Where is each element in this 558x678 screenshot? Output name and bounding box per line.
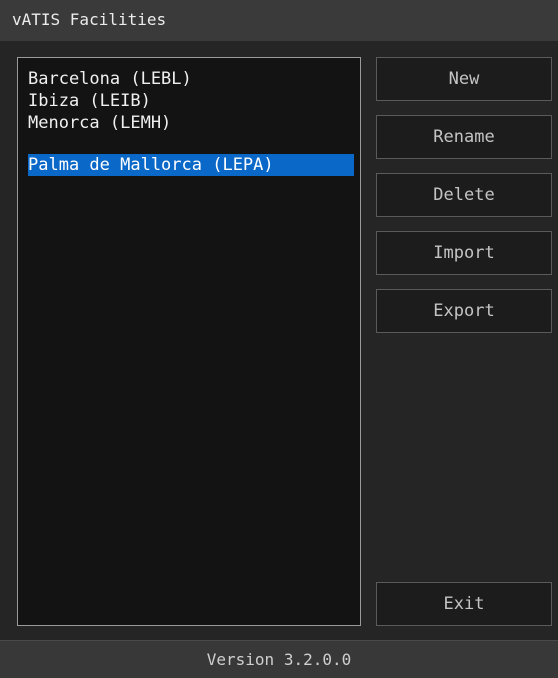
export-button[interactable]: Export	[376, 289, 552, 333]
facility-item-ibiza[interactable]: Ibiza (LEIB)	[28, 90, 151, 112]
exit-button[interactable]: Exit	[376, 582, 552, 626]
version-label: Version 3.2.0.0	[206, 650, 352, 669]
rename-button[interactable]: Rename	[376, 115, 552, 159]
import-button[interactable]: Import	[376, 231, 552, 275]
title-bar[interactable]: vATIS Facilities	[0, 0, 558, 41]
window-title: vATIS Facilities	[12, 10, 167, 29]
delete-button[interactable]: Delete	[376, 173, 552, 217]
new-button[interactable]: New	[376, 57, 552, 101]
facilities-window: vATIS Facilities Barcelona (LEBL) Ibiza …	[0, 0, 558, 678]
facility-item-barcelona[interactable]: Barcelona (LEBL)	[28, 68, 192, 90]
facilities-list[interactable]: Barcelona (LEBL) Ibiza (LEIB) Menorca (L…	[17, 57, 361, 626]
facility-item-palma-de-mallorca[interactable]: Palma de Mallorca (LEPA)	[28, 154, 354, 176]
facility-item-menorca[interactable]: Menorca (LEMH)	[28, 112, 171, 134]
status-bar: Version 3.2.0.0	[0, 640, 558, 678]
